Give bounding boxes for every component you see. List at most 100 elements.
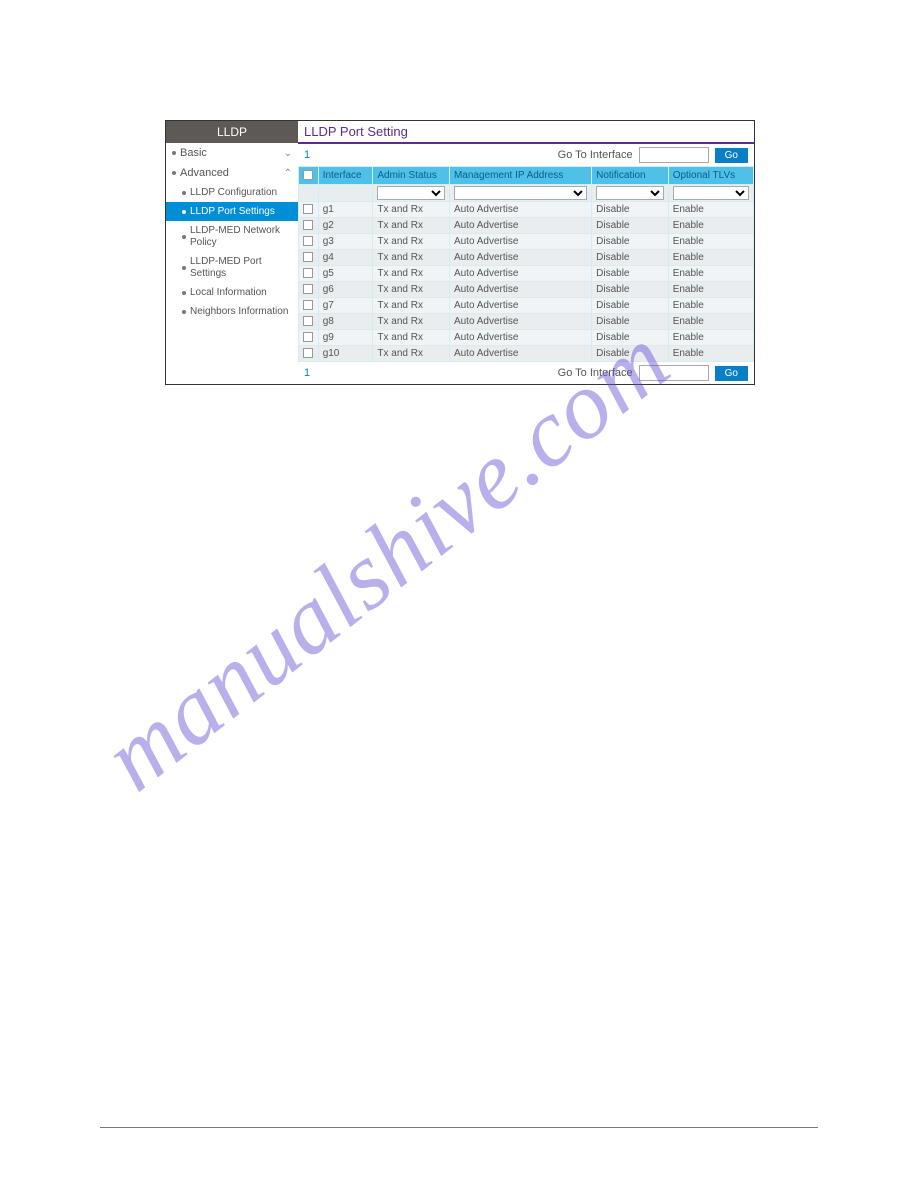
row-checkbox[interactable] [303, 220, 313, 230]
cell: Auto Advertise [449, 346, 591, 362]
top-pager: 1 Go To Interface Go [298, 144, 754, 166]
row-checkbox[interactable] [303, 236, 313, 246]
cell: g1 [318, 202, 373, 218]
sidebar-item-3[interactable]: LLDP Port Settings [166, 202, 298, 221]
cell: g5 [318, 266, 373, 282]
table-row: g2Tx and RxAuto AdvertiseDisableEnable [299, 218, 754, 234]
sidebar-item-label: LLDP Configuration [190, 187, 277, 198]
filter-select-4[interactable] [596, 186, 664, 200]
cell: g8 [318, 314, 373, 330]
table-row: g8Tx and RxAuto AdvertiseDisableEnable [299, 314, 754, 330]
cell: Tx and Rx [373, 314, 450, 330]
goto-interface-input[interactable] [639, 147, 709, 163]
cell: Auto Advertise [449, 282, 591, 298]
filter-select-5[interactable] [673, 186, 749, 200]
cell [299, 250, 319, 266]
sidebar-item-label: Advanced [180, 167, 229, 179]
sidebar-item-label: LLDP-MED Network Policy [190, 225, 292, 248]
bullet-icon [182, 235, 186, 239]
bullet-icon [182, 191, 186, 195]
filter-cell-0 [299, 185, 319, 202]
sidebar: LLDP Basic⌄Advanced⌃LLDP ConfigurationLL… [166, 121, 298, 384]
cell: Auto Advertise [449, 298, 591, 314]
sidebar-item-label: Neighbors Information [190, 306, 288, 317]
sidebar-item-1[interactable]: Advanced ⌃ [166, 163, 298, 183]
row-checkbox[interactable] [303, 332, 313, 342]
cell [299, 266, 319, 282]
cell: Disable [592, 314, 669, 330]
cell [299, 282, 319, 298]
cell: Tx and Rx [373, 346, 450, 362]
row-checkbox[interactable] [303, 284, 313, 294]
cell: Enable [668, 250, 753, 266]
cell: Tx and Rx [373, 218, 450, 234]
cell [299, 298, 319, 314]
filter-cell-2 [373, 185, 450, 202]
filter-select-2[interactable] [377, 186, 445, 200]
sidebar-item-4[interactable]: LLDP-MED Network Policy [166, 221, 298, 252]
bullet-icon [182, 210, 186, 214]
cell: Tx and Rx [373, 266, 450, 282]
goto-interface-input[interactable] [639, 365, 709, 381]
col-header-0 [299, 167, 319, 185]
port-table: InterfaceAdmin StatusManagement IP Addre… [298, 166, 754, 362]
cell: Tx and Rx [373, 250, 450, 266]
cell [299, 202, 319, 218]
cell [299, 314, 319, 330]
sidebar-item-2[interactable]: LLDP Configuration [166, 183, 298, 202]
page-indicator: 1 [304, 367, 310, 379]
table-row: g6Tx and RxAuto AdvertiseDisableEnable [299, 282, 754, 298]
cell: Enable [668, 330, 753, 346]
table-row: g10Tx and RxAuto AdvertiseDisableEnable [299, 346, 754, 362]
col-header-4: Notification [592, 167, 669, 185]
table-row: g5Tx and RxAuto AdvertiseDisableEnable [299, 266, 754, 282]
cell: Enable [668, 218, 753, 234]
filter-cell-4 [592, 185, 669, 202]
chevron-up-icon: ⌃ [284, 168, 292, 179]
sidebar-item-0[interactable]: Basic⌄ [166, 143, 298, 163]
row-checkbox[interactable] [303, 348, 313, 358]
cell: Enable [668, 298, 753, 314]
sidebar-item-5[interactable]: LLDP-MED Port Settings [166, 252, 298, 283]
select-all-checkbox[interactable] [303, 170, 313, 180]
bullet-icon [172, 171, 176, 175]
cell: Tx and Rx [373, 234, 450, 250]
table-row: g3Tx and RxAuto AdvertiseDisableEnable [299, 234, 754, 250]
bottom-pager: 1 Go To Interface Go [298, 362, 754, 384]
cell: Disable [592, 330, 669, 346]
cell: g7 [318, 298, 373, 314]
table-row: g9Tx and RxAuto AdvertiseDisableEnable [299, 330, 754, 346]
sidebar-item-7[interactable]: Neighbors Information [166, 302, 298, 321]
row-checkbox[interactable] [303, 252, 313, 262]
cell: g9 [318, 330, 373, 346]
go-button-top[interactable]: Go [715, 148, 748, 163]
go-button-bottom[interactable]: Go [715, 366, 748, 381]
cell: Auto Advertise [449, 234, 591, 250]
cell: g2 [318, 218, 373, 234]
filter-select-3[interactable] [454, 186, 587, 200]
cell [299, 346, 319, 362]
row-checkbox[interactable] [303, 316, 313, 326]
col-header-3: Management IP Address [449, 167, 591, 185]
cell: Disable [592, 298, 669, 314]
cell [299, 234, 319, 250]
row-checkbox[interactable] [303, 300, 313, 310]
cell: Auto Advertise [449, 202, 591, 218]
row-checkbox[interactable] [303, 268, 313, 278]
sidebar-item-6[interactable]: Local Information [166, 283, 298, 302]
cell: Auto Advertise [449, 218, 591, 234]
cell: Tx and Rx [373, 282, 450, 298]
cell: Disable [592, 234, 669, 250]
cell: Auto Advertise [449, 266, 591, 282]
page-title: LLDP Port Setting [298, 121, 754, 144]
sidebar-item-label: LLDP Port Settings [190, 206, 275, 217]
cell: Enable [668, 314, 753, 330]
row-checkbox[interactable] [303, 204, 313, 214]
main-panel: LLDP Port Setting 1 Go To Interface Go I… [298, 121, 754, 384]
bullet-icon [182, 266, 186, 270]
sidebar-item-label: LLDP-MED Port Settings [190, 256, 292, 279]
filter-cell-5 [668, 185, 753, 202]
cell: Enable [668, 202, 753, 218]
sidebar-item-label: Basic [180, 147, 207, 159]
cell: Auto Advertise [449, 250, 591, 266]
